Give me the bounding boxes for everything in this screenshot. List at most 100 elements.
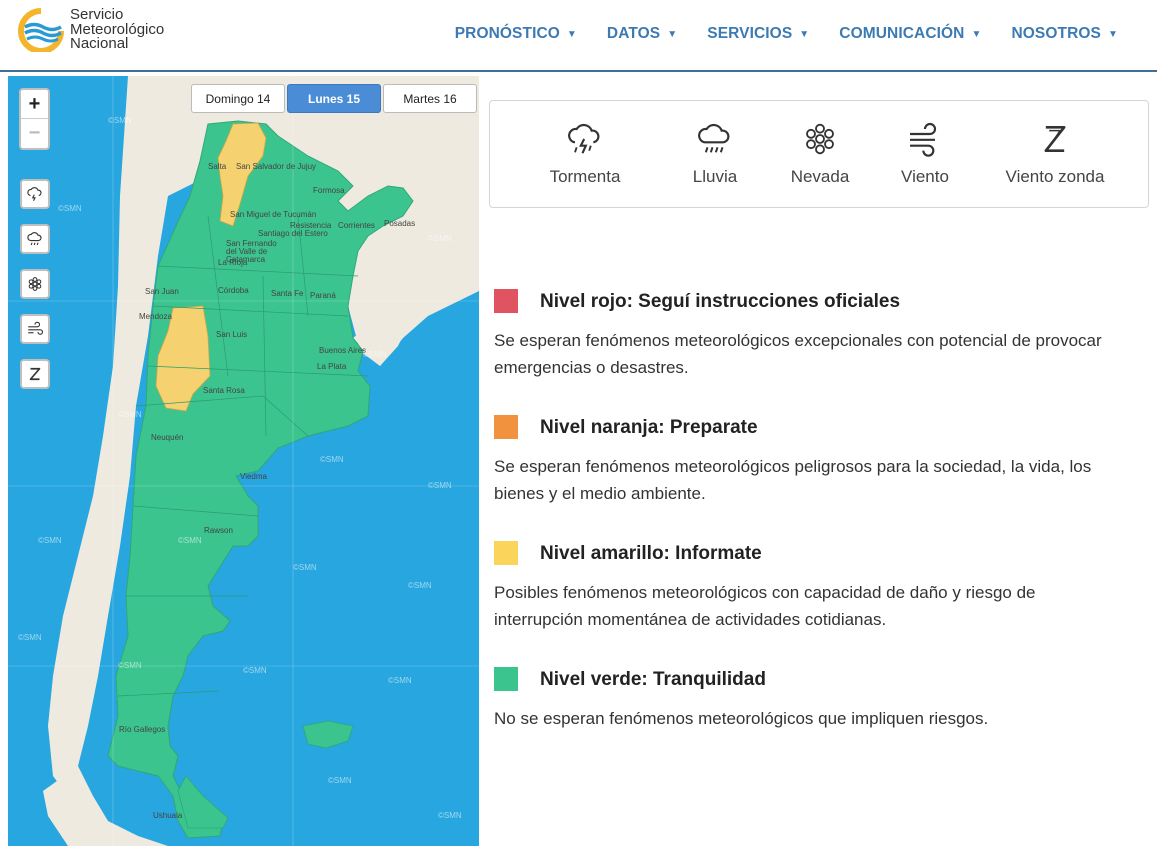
nav-label: NOSOTROS [1011,25,1101,42]
phenomenon-label: Viento zonda [1005,167,1105,186]
tab-martes[interactable]: Martes 16 [383,84,477,113]
phenomenon-lluvia[interactable]: Lluvia [680,119,750,187]
city-label: La Plata [317,362,347,371]
nav-label: SERVICIOS [707,25,793,42]
map-watermark: ©SMN [428,481,452,490]
layer-snow-button[interactable] [20,269,50,299]
wind-icon [28,321,44,335]
layer-rain-button[interactable] [20,224,50,254]
map-watermark: ©SMN [438,811,462,820]
chevron-down-icon: ▼ [566,28,577,40]
city-label: San Juan [145,287,179,296]
snow-icon [806,123,834,155]
city-label: La Rioja [218,258,248,267]
logo-text: Servicio Meteorológico Nacional [70,7,164,52]
nav-servicios[interactable]: SERVICIOS ▼ [692,25,824,43]
site-header: Servicio Meteorológico Nacional PRONÓSTI… [0,0,1157,72]
map-watermark: ©SMN [18,633,42,642]
city-label: Corrientes [338,221,375,230]
nav-label: DATOS [606,25,661,42]
chevron-down-icon: ▼ [971,28,982,40]
level-swatch [494,415,518,439]
city-label: Ushuaia [153,811,183,820]
storm-icon [568,123,600,154]
city-label: Mendoza [139,312,172,321]
logo-line-3: Nacional [70,35,129,52]
level-title: Nivel naranja: Preparate [540,417,758,438]
level-swatch [494,541,518,565]
city-label: Santa Fe [271,289,304,298]
map-watermark: ©SMN [320,455,344,464]
city-label: Santiago del Estero [258,229,328,238]
zonda-icon [29,367,41,381]
tab-lunes[interactable]: Lunes 15 [287,84,381,113]
falkland-islands [302,720,354,749]
nav-datos[interactable]: DATOS ▼ [592,25,692,43]
map-watermark: ©SMN [363,350,387,359]
chevron-down-icon: ▼ [667,28,678,40]
city-label: San Miguel de Tucumán [230,210,317,219]
day-tabs: Domingo 14 Lunes 15 Martes 16 [191,84,477,113]
city-label: Neuquén [151,433,184,442]
phenomena-selector: Tormenta Lluvia Nevada Viento Viento zon… [489,100,1149,208]
snow-icon [28,277,42,291]
map-watermark: ©SMN [38,536,62,545]
city-label: Buenos Aires [319,346,367,355]
zoom-out-button[interactable]: − [21,119,48,148]
rain-icon [27,232,42,246]
chevron-down-icon: ▼ [799,28,810,40]
map-watermark: ©SMN [293,563,317,572]
phenomenon-viento-zonda[interactable]: Viento zonda [995,119,1115,187]
city-label: Santa Rosa [203,386,245,395]
zoom-in-button[interactable]: + [21,90,48,119]
layer-wind-button[interactable] [20,314,50,344]
map-watermark: ©SMN [58,204,82,213]
map-watermark: ©SMN [388,676,412,685]
city-label: Córdoba [218,286,249,295]
layer-zonda-button[interactable] [20,359,50,389]
nav-comunicacion[interactable]: COMUNICACIÓN ▼ [824,25,996,43]
phenomenon-label: Viento [901,167,949,186]
city-label: San Luis [216,330,248,339]
phenomenon-tormenta[interactable]: Tormenta [540,119,630,187]
city-label: San Salvador de Jujuy [236,162,317,171]
smn-logo[interactable]: Servicio Meteorológico Nacional [16,6,186,54]
rain-icon [698,123,730,153]
nav-label: PRONÓSTICO [454,25,560,42]
storm-icon [27,187,42,202]
city-label: Viedma [240,472,267,481]
main-nav: PRONÓSTICO ▼ DATOS ▼ SERVICIOS ▼ COMUNICACI… [440,25,1133,43]
alert-map[interactable]: Salta San Salvador de Jujuy Formosa San … [8,76,479,846]
phenomenon-label: Lluvia [692,167,738,186]
phenomenon-label: Tormenta [549,167,621,186]
chevron-down-icon: ▼ [1108,28,1118,40]
zonda-icon [1044,126,1066,152]
level-description: No se esperan fenómenos meteorológicos q… [494,709,989,728]
phenomenon-nevada[interactable]: Nevada [785,119,855,187]
zoom-control: + − [19,88,50,150]
smn-logo-icon [18,8,64,52]
nav-nosotros[interactable]: NOSOTROS ▼ [996,25,1133,43]
city-label: Salta [208,162,227,171]
tab-domingo[interactable]: Domingo 14 [191,84,285,113]
city-label: Rawson [204,526,233,535]
map-watermark: ©SMN [118,661,142,670]
map-watermark: ©SMN [118,410,142,419]
layer-storm-button[interactable] [20,179,50,209]
tierra-del-fuego [177,775,229,829]
level-description: Se esperan fenómenos meteorológicos exce… [494,331,1102,377]
wind-icon [910,122,937,157]
city-label: Posadas [384,219,416,228]
nav-pronostico[interactable]: PRONÓSTICO ▼ [440,25,592,43]
level-swatch [494,667,518,691]
map-watermark: ©SMN [428,234,452,243]
level-description: Posibles fenómenos meteorológicos con ca… [494,583,1036,629]
level-description: Se esperan fenómenos meteorológicos peli… [494,457,1092,503]
level-swatch [494,289,518,313]
map-watermark: ©SMN [328,776,352,785]
level-title: Nivel verde: Tranquilidad [540,669,766,690]
level-title: Nivel amarillo: Informate [540,543,762,564]
phenomenon-viento[interactable]: Viento [890,119,960,187]
map-watermark: ©SMN [178,536,202,545]
map-watermark: ©SMN [408,581,432,590]
